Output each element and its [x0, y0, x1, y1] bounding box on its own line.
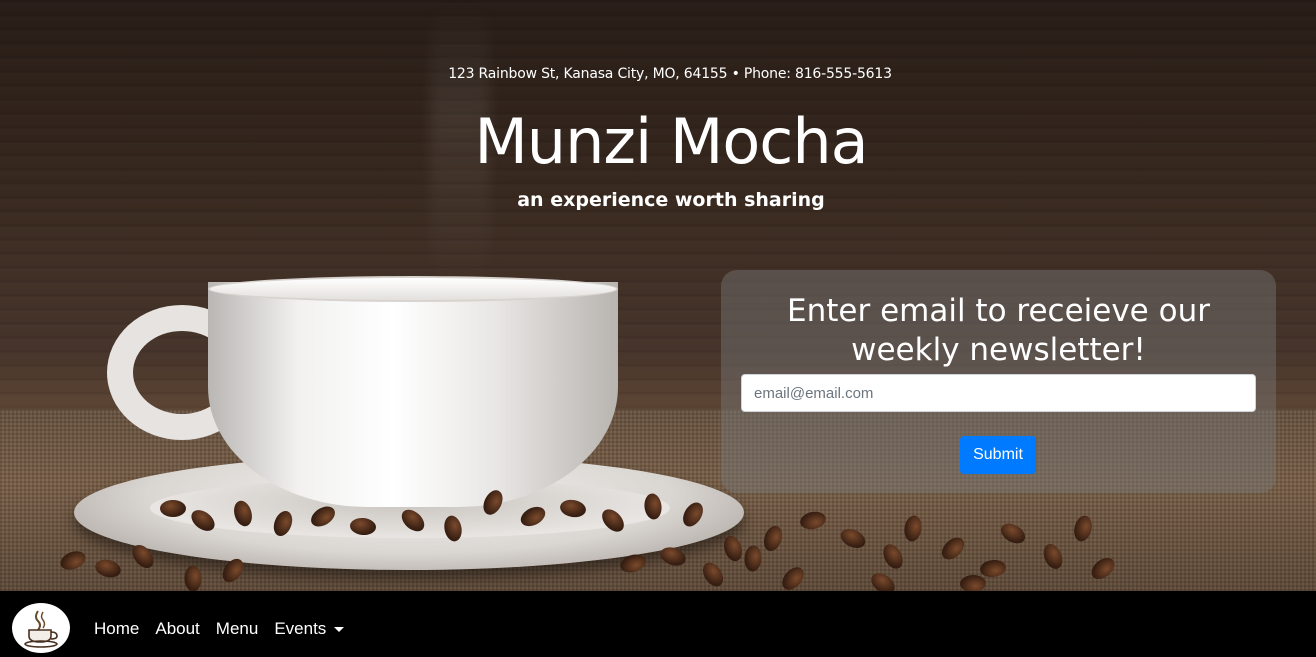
nav-list: Home About Menu Events — [94, 619, 360, 639]
nav-item-about[interactable]: About — [155, 619, 199, 639]
coffee-cup-icon[interactable] — [12, 603, 70, 653]
nav-item-home[interactable]: Home — [94, 619, 139, 639]
nav-item-menu[interactable]: Menu — [216, 619, 259, 639]
tagline: an experience worth sharing — [517, 189, 825, 211]
coffee-bean — [160, 500, 186, 517]
coffee-cup — [208, 282, 618, 507]
nav-item-label: Menu — [215, 619, 259, 638]
navbar: Home About Menu Events — [0, 591, 1316, 657]
submit-button[interactable]: Submit — [960, 436, 1036, 474]
newsletter-heading: Enter email to receieve our weekly newsl… — [787, 293, 1210, 368]
caret-down-icon — [334, 626, 345, 632]
nav-item-label: Home — [94, 619, 140, 638]
address-line: 123 Rainbow St, Kanasa City, MO, 64155 •… — [448, 66, 892, 82]
email-input[interactable] — [741, 374, 1256, 412]
newsletter-panel: Enter email to receieve our weekly newsl… — [721, 270, 1276, 493]
nav-item-label: About — [155, 619, 200, 638]
coffee-bean — [184, 565, 202, 591]
nav-item-events[interactable]: Events — [274, 619, 345, 639]
page-title: Munzi Mocha — [474, 105, 868, 178]
coffee-bean — [959, 574, 987, 591]
cup-rim — [208, 276, 618, 302]
nav-item-label: Events — [274, 619, 327, 638]
